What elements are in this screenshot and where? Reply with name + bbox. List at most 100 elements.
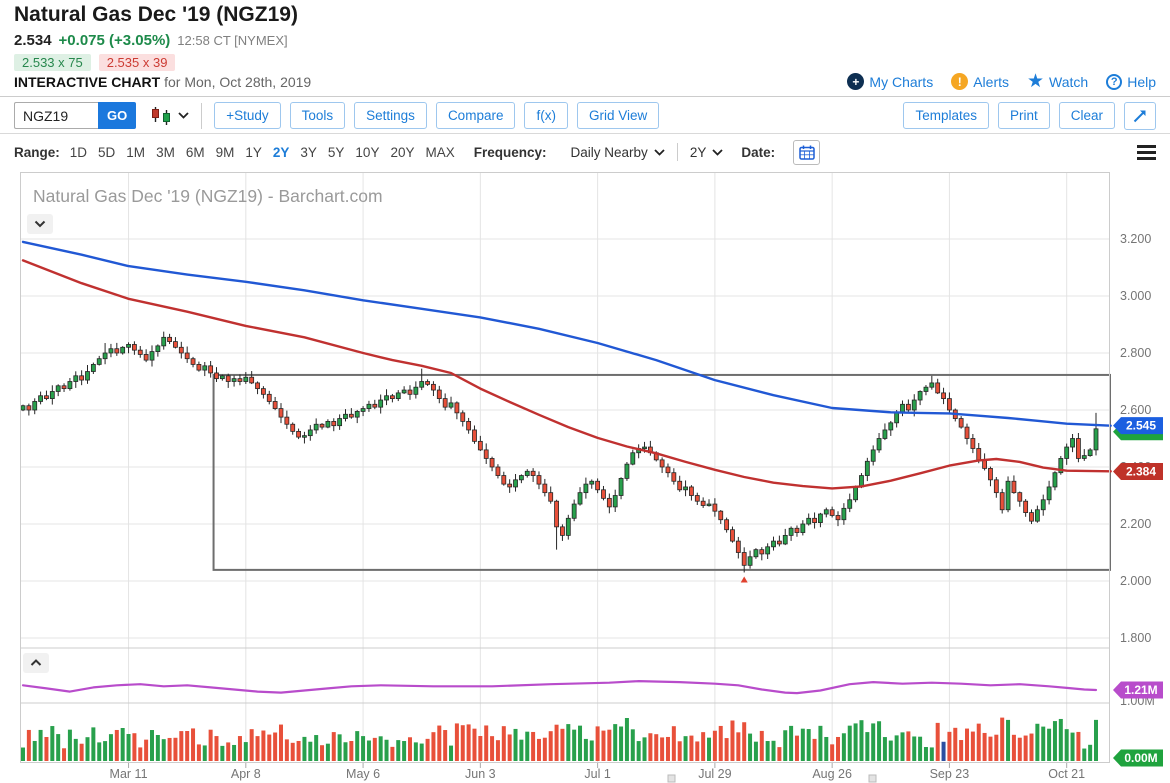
volume-bar	[725, 738, 729, 761]
range-option-5d[interactable]: 5D	[98, 145, 115, 160]
toolbar-button-fx[interactable]: f(x)	[524, 102, 568, 129]
candle-down	[549, 493, 553, 502]
candle-down	[701, 501, 705, 505]
range-option-1y[interactable]: 1Y	[245, 145, 262, 160]
help-link[interactable]: ? Help	[1106, 74, 1156, 90]
volume-bar	[971, 732, 975, 761]
volume-bar	[560, 729, 564, 761]
volume-bar	[220, 746, 224, 761]
help-label: Help	[1127, 74, 1156, 90]
scrollbar-handle[interactable]	[668, 775, 675, 782]
go-button[interactable]: GO	[98, 102, 136, 129]
annotate-tool-button[interactable]	[1124, 102, 1156, 130]
volume-bar	[1041, 727, 1045, 761]
candle-up	[578, 493, 582, 504]
range-option-1m[interactable]: 1M	[126, 145, 145, 160]
range-option-2y[interactable]: 2Y	[273, 145, 290, 160]
alerts-link[interactable]: ! Alerts	[951, 73, 1009, 90]
candle-down	[279, 409, 283, 418]
volume-bar	[977, 724, 981, 761]
volume-bar	[490, 736, 494, 761]
volume-bar	[420, 744, 424, 761]
volume-bar	[74, 739, 78, 761]
volume-bar	[549, 731, 553, 761]
ma-slow-badge: 2.545	[1113, 417, 1163, 434]
toolbar-button-compare[interactable]: Compare	[436, 102, 516, 129]
period-dropdown[interactable]: 2Y	[690, 145, 724, 160]
toolbar-button-templates[interactable]: Templates	[903, 102, 989, 129]
interactive-chart[interactable]: 3.2003.0002.8002.6002.4002.2002.0001.800…	[20, 172, 1166, 783]
frequency-dropdown[interactable]: Daily Nearby	[571, 145, 665, 160]
range-option-10y[interactable]: 10Y	[355, 145, 379, 160]
volume-bar	[936, 723, 940, 761]
chart-type-dropdown[interactable]	[150, 106, 189, 126]
range-option-3y[interactable]: 3Y	[300, 145, 317, 160]
volume-bar	[273, 733, 277, 761]
candle-up	[220, 376, 224, 379]
toolbar-button-study[interactable]: +Study	[214, 102, 280, 129]
volume-bar	[338, 734, 342, 761]
candle-up	[924, 387, 928, 391]
candle-up	[244, 377, 248, 381]
range-option-max[interactable]: MAX	[425, 145, 454, 160]
volume-bar	[431, 732, 435, 761]
candle-up	[584, 484, 588, 493]
volume-bar	[203, 745, 207, 761]
volume-bar	[320, 745, 324, 761]
my-charts-link[interactable]: + My Charts	[847, 73, 933, 90]
volume-bar	[1018, 738, 1022, 761]
candle-up	[1071, 439, 1075, 448]
candle-up	[97, 359, 101, 365]
badge-layer: 2.545	[1113, 417, 1163, 434]
range-option-3m[interactable]: 3M	[156, 145, 175, 160]
symbol-input[interactable]	[14, 102, 98, 129]
toolbar-button-tools[interactable]: Tools	[290, 102, 346, 129]
candle-up	[302, 436, 306, 438]
toolbar-button-gridview[interactable]: Grid View	[577, 102, 659, 129]
volume-bar	[455, 723, 459, 761]
candle-up	[754, 550, 758, 557]
watch-link[interactable]: ★ Watch	[1027, 74, 1088, 90]
range-option-6m[interactable]: 6M	[186, 145, 205, 160]
badge-layer: 2.384	[1113, 463, 1163, 480]
volume-bar	[1071, 733, 1075, 761]
range-option-20y[interactable]: 20Y	[390, 145, 414, 160]
volume-bar	[619, 727, 623, 761]
candle-down	[730, 530, 734, 541]
volume-bar	[742, 722, 746, 761]
date-picker-button[interactable]	[793, 140, 820, 165]
volume-bar	[994, 735, 998, 761]
candle-up	[68, 382, 72, 389]
range-option-5y[interactable]: 5Y	[328, 145, 345, 160]
scrollbar-handle[interactable]	[869, 775, 876, 782]
volume-bar	[836, 737, 840, 761]
main-panel-collapse-button[interactable]	[27, 214, 53, 234]
candle-up	[91, 364, 95, 371]
toolbar-button-settings[interactable]: Settings	[354, 102, 427, 129]
toolbar-button-clear[interactable]: Clear	[1059, 102, 1115, 129]
volume-bar	[643, 737, 647, 761]
volume-bar	[44, 737, 48, 761]
candle-down	[437, 390, 441, 399]
candle-down	[607, 498, 611, 507]
candle-up	[103, 353, 107, 359]
volume-bar	[109, 734, 113, 761]
chart-date-label: for Mon, Oct 28th, 2019	[164, 74, 311, 90]
price-chart-svg[interactable]: 3.2003.0002.8002.6002.4002.2002.0001.800…	[20, 172, 1166, 783]
chart-menu-icon[interactable]	[1137, 142, 1156, 163]
candle-up	[232, 379, 236, 382]
range-option-1d[interactable]: 1D	[70, 145, 87, 160]
volume-bar	[232, 745, 236, 761]
candle-down	[431, 384, 435, 390]
volume-bar	[496, 740, 500, 761]
candle-up	[420, 382, 424, 388]
volume-bar	[1065, 729, 1069, 761]
range-option-9m[interactable]: 9M	[216, 145, 235, 160]
candle-down	[531, 471, 535, 475]
toolbar-button-print[interactable]: Print	[998, 102, 1050, 129]
volume-bar	[596, 726, 600, 761]
lower-panel-collapse-button[interactable]	[23, 653, 49, 673]
candle-up	[203, 366, 207, 370]
candle-down	[273, 401, 277, 408]
volume-bar	[783, 730, 787, 761]
